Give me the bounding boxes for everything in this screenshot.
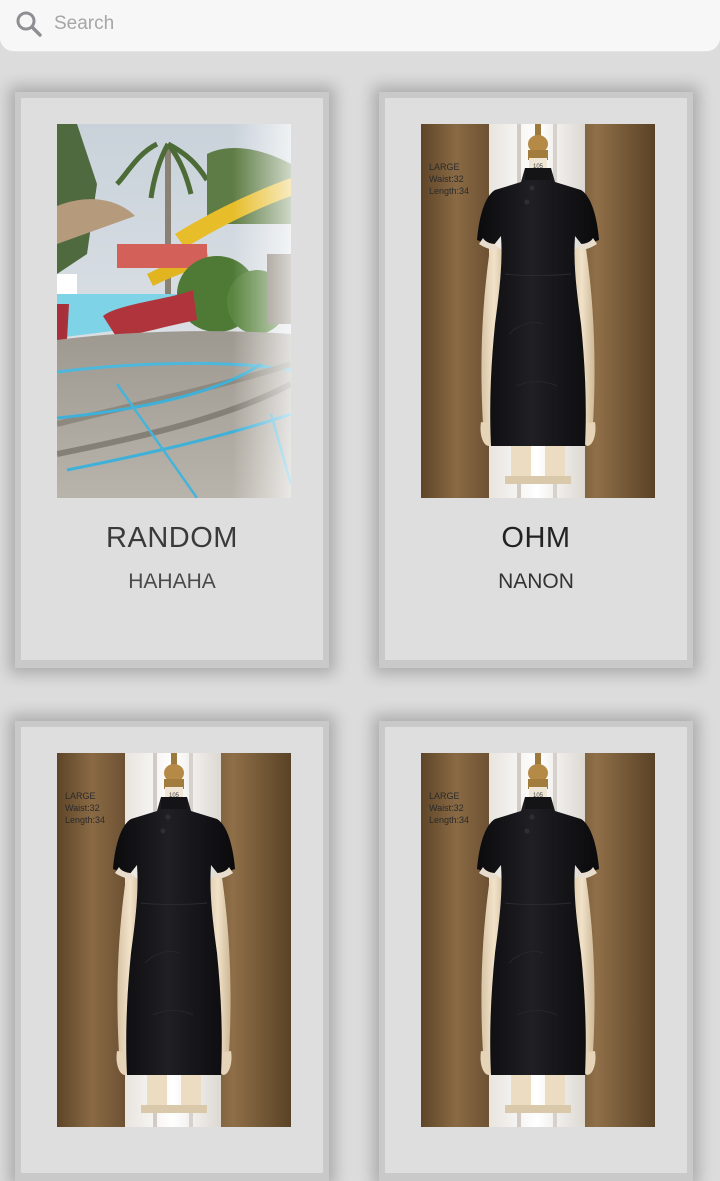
product-card[interactable]: LARGE Waist:32 Length:34 OHM NANON bbox=[379, 92, 693, 668]
product-image[interactable]: LARGE Waist:32 Length:34 bbox=[421, 124, 655, 498]
product-card[interactable]: LARGE Waist:32 Length:34 bbox=[15, 721, 329, 1181]
size-tag-line: Waist:32 bbox=[65, 803, 100, 813]
product-subtitle: HAHAHA bbox=[128, 570, 216, 593]
size-tag-line: LARGE bbox=[429, 162, 460, 172]
product-card[interactable]: RANDOM HAHAHA bbox=[15, 92, 329, 668]
size-tag-line: LARGE bbox=[65, 791, 96, 801]
search-input[interactable] bbox=[54, 8, 694, 40]
black-dress-mannequin-photo: LARGE Waist:32 Length:34 bbox=[421, 124, 655, 498]
product-title: OHM bbox=[501, 522, 571, 554]
black-dress-mannequin-photo: LARGE Waist:32 Length:34 bbox=[421, 753, 655, 1127]
product-subtitle: NANON bbox=[498, 570, 574, 593]
product-image[interactable]: LARGE Waist:32 Length:34 bbox=[421, 753, 655, 1127]
size-tag-line: Length:34 bbox=[65, 815, 105, 825]
black-dress-mannequin-photo: LARGE Waist:32 Length:34 bbox=[57, 753, 291, 1127]
product-image[interactable] bbox=[57, 124, 291, 498]
size-tag-line: Length:34 bbox=[429, 186, 469, 196]
search-bar bbox=[0, 0, 720, 52]
size-tag-line: LARGE bbox=[429, 791, 460, 801]
resort-pool-photo bbox=[57, 124, 291, 498]
size-tag-line: Waist:32 bbox=[429, 174, 464, 184]
search-icon[interactable] bbox=[14, 9, 44, 39]
size-tag-line: Waist:32 bbox=[429, 803, 464, 813]
product-image[interactable]: LARGE Waist:32 Length:34 bbox=[57, 753, 291, 1127]
product-card[interactable]: LARGE Waist:32 Length:34 bbox=[379, 721, 693, 1181]
product-title: RANDOM bbox=[106, 522, 238, 554]
size-tag-line: Length:34 bbox=[429, 815, 469, 825]
